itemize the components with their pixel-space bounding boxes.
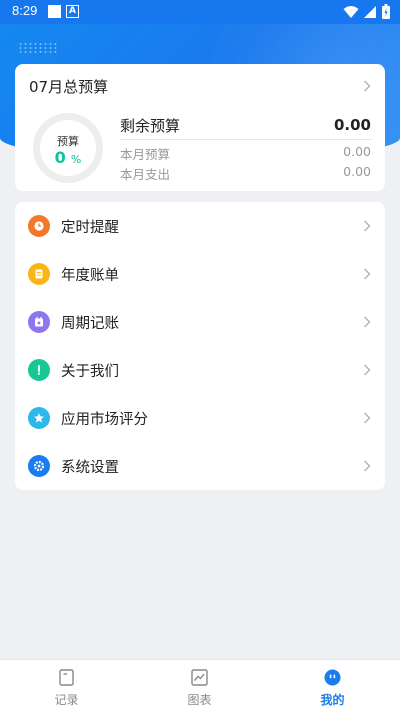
budget-percent-unit: % <box>70 153 82 166</box>
menu-item-label: 年度账单 <box>61 267 119 284</box>
chevron-right-icon <box>363 220 371 232</box>
menu-item-annual-bill[interactable]: 年度账单 <box>15 250 385 298</box>
chevron-right-icon <box>363 364 371 376</box>
chevron-right-icon <box>363 268 371 280</box>
tab-label: 我的 <box>320 693 345 707</box>
notification-square-icon <box>48 5 61 18</box>
alarm-clock-icon <box>28 215 50 237</box>
chart-icon <box>191 669 208 686</box>
bottom-tab-bar: 记录 图表 我的 <box>0 659 400 710</box>
annual-bill-icon <box>28 263 50 285</box>
decorative-dots <box>18 42 58 54</box>
remaining-budget-label: 剩余预算 <box>120 117 181 135</box>
tab-record[interactable]: 记录 <box>0 660 133 710</box>
chevron-right-icon <box>363 316 371 328</box>
notification-app-icon: A <box>66 5 79 18</box>
menu-item-label: 应用市场评分 <box>61 411 148 428</box>
menu-item-about-us[interactable]: 关于我们 <box>15 346 385 394</box>
tab-label: 记录 <box>54 693 79 707</box>
month-budget-value: 0.00 <box>343 144 371 159</box>
menu-item-recurring-entry[interactable]: 周期记账 <box>15 298 385 346</box>
battery-icon <box>382 4 390 19</box>
tab-mine[interactable]: 我的 <box>266 660 399 710</box>
budget-percent: 0 % <box>40 148 96 167</box>
tab-label: 图表 <box>187 693 212 707</box>
menu-item-timed-reminder[interactable]: 定时提醒 <box>15 202 385 250</box>
settings-menu: 定时提醒 年度账单 周期记账 关于我们 应用市场评分 系统设置 <box>15 202 385 490</box>
budget-title: 07月总预算 <box>29 78 109 96</box>
profile-icon <box>324 669 341 686</box>
gear-icon <box>28 455 50 477</box>
star-icon <box>28 407 50 429</box>
chevron-right-icon <box>363 460 371 472</box>
calendar-icon <box>28 311 50 333</box>
status-time: 8:29 <box>12 3 38 18</box>
info-icon <box>28 359 50 381</box>
menu-item-label: 系统设置 <box>61 459 119 476</box>
chevron-right-icon <box>363 412 371 424</box>
menu-item-label: 周期记账 <box>61 315 119 332</box>
chevron-right-icon <box>363 80 371 92</box>
menu-item-system-settings[interactable]: 系统设置 <box>15 442 385 490</box>
month-budget-label: 本月预算 <box>120 147 171 162</box>
month-spend-value: 0.00 <box>343 164 371 179</box>
budget-percent-value: 0 <box>54 148 66 167</box>
budget-progress-ring: 预算 0 % <box>33 113 103 183</box>
signal-icon <box>364 5 376 18</box>
month-spend-label: 本月支出 <box>120 167 171 182</box>
record-icon <box>59 669 74 686</box>
wifi-icon <box>343 5 359 18</box>
menu-item-label: 关于我们 <box>61 363 119 380</box>
budget-card[interactable]: 07月总预算 预算 0 % 剩余预算 0.00 本月预算 0.00 本月支出 0… <box>15 64 385 191</box>
status-bar: 8:29 A <box>0 0 400 24</box>
menu-item-rate-app[interactable]: 应用市场评分 <box>15 394 385 442</box>
remaining-budget-value: 0.00 <box>333 116 371 134</box>
menu-item-label: 定时提醒 <box>61 219 119 236</box>
budget-divider <box>120 139 371 140</box>
ring-label: 预算 <box>57 135 79 148</box>
tab-chart[interactable]: 图表 <box>133 660 266 710</box>
